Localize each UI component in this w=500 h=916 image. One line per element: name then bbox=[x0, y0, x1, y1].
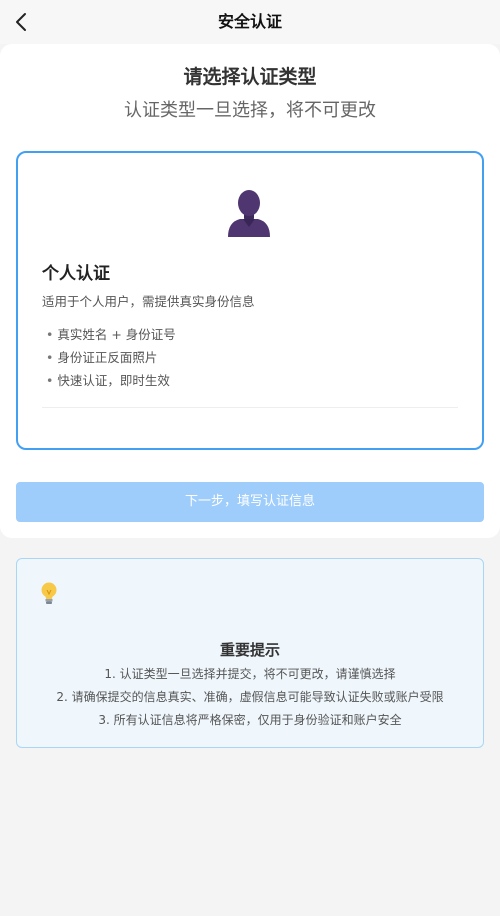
feature-item: • 真实姓名 + 身份证号 bbox=[46, 323, 176, 346]
feature-text: 身份证正反面照片 bbox=[57, 350, 158, 365]
option-title: 个人认证 bbox=[42, 264, 110, 284]
personal-auth-option[interactable]: 个人认证 适用于个人用户，需提供真实身份信息 • 真实姓名 + 身份证号 • 身份证… bbox=[16, 151, 484, 450]
lightbulb-icon bbox=[41, 582, 57, 604]
feature-text: 快速认证，即时生效 bbox=[57, 373, 170, 388]
tip-item: 2. 请确保提交的信息真实、准确，虚假信息可能导致认证失败或账户受限 bbox=[56, 690, 444, 704]
feature-text: 真实姓名 + 身份证号 bbox=[57, 327, 176, 342]
nav-bar: 安全认证 bbox=[0, 0, 500, 44]
bullet: • bbox=[46, 327, 54, 342]
person-avatar-icon bbox=[228, 190, 270, 237]
section-title: 请选择认证类型 bbox=[183, 66, 317, 88]
tip-item: 1. 认证类型一旦选择并提交，将不可更改，请谨慎选择 bbox=[104, 667, 396, 681]
next-step-button[interactable]: 下一步，填写认证信息 bbox=[16, 482, 484, 522]
tips-title: 重要提示 bbox=[219, 641, 280, 659]
tips-list: 1. 认证类型一旦选择并提交，将不可更改，请谨慎选择 2. 请确保提交的信息真实… bbox=[17, 663, 483, 732]
auth-type-card: 请选择认证类型 认证类型一旦选择，将不可更改 个人认证 适用于个人用户，需提供真… bbox=[0, 44, 500, 538]
tip-item: 3. 所有认证信息将严格保密，仅用于身份验证和账户安全 bbox=[98, 713, 402, 727]
bullet: • bbox=[46, 350, 54, 365]
feature-item: • 快速认证，即时生效 bbox=[46, 369, 176, 392]
bullet: • bbox=[46, 373, 54, 388]
option-description: 适用于个人用户，需提供真实身份信息 bbox=[42, 294, 255, 309]
important-tips-box: 重要提示 1. 认证类型一旦选择并提交，将不可更改，请谨慎选择 2. 请确保提交… bbox=[16, 558, 484, 748]
page-title: 安全认证 bbox=[217, 12, 282, 31]
feature-list: • 真实姓名 + 身份证号 • 身份证正反面照片 • 快速认证，即时生效 bbox=[46, 323, 176, 392]
feature-item: • 身份证正反面照片 bbox=[46, 346, 176, 369]
section-subtitle: 认证类型一旦选择，将不可更改 bbox=[124, 100, 376, 121]
divider bbox=[42, 407, 458, 408]
